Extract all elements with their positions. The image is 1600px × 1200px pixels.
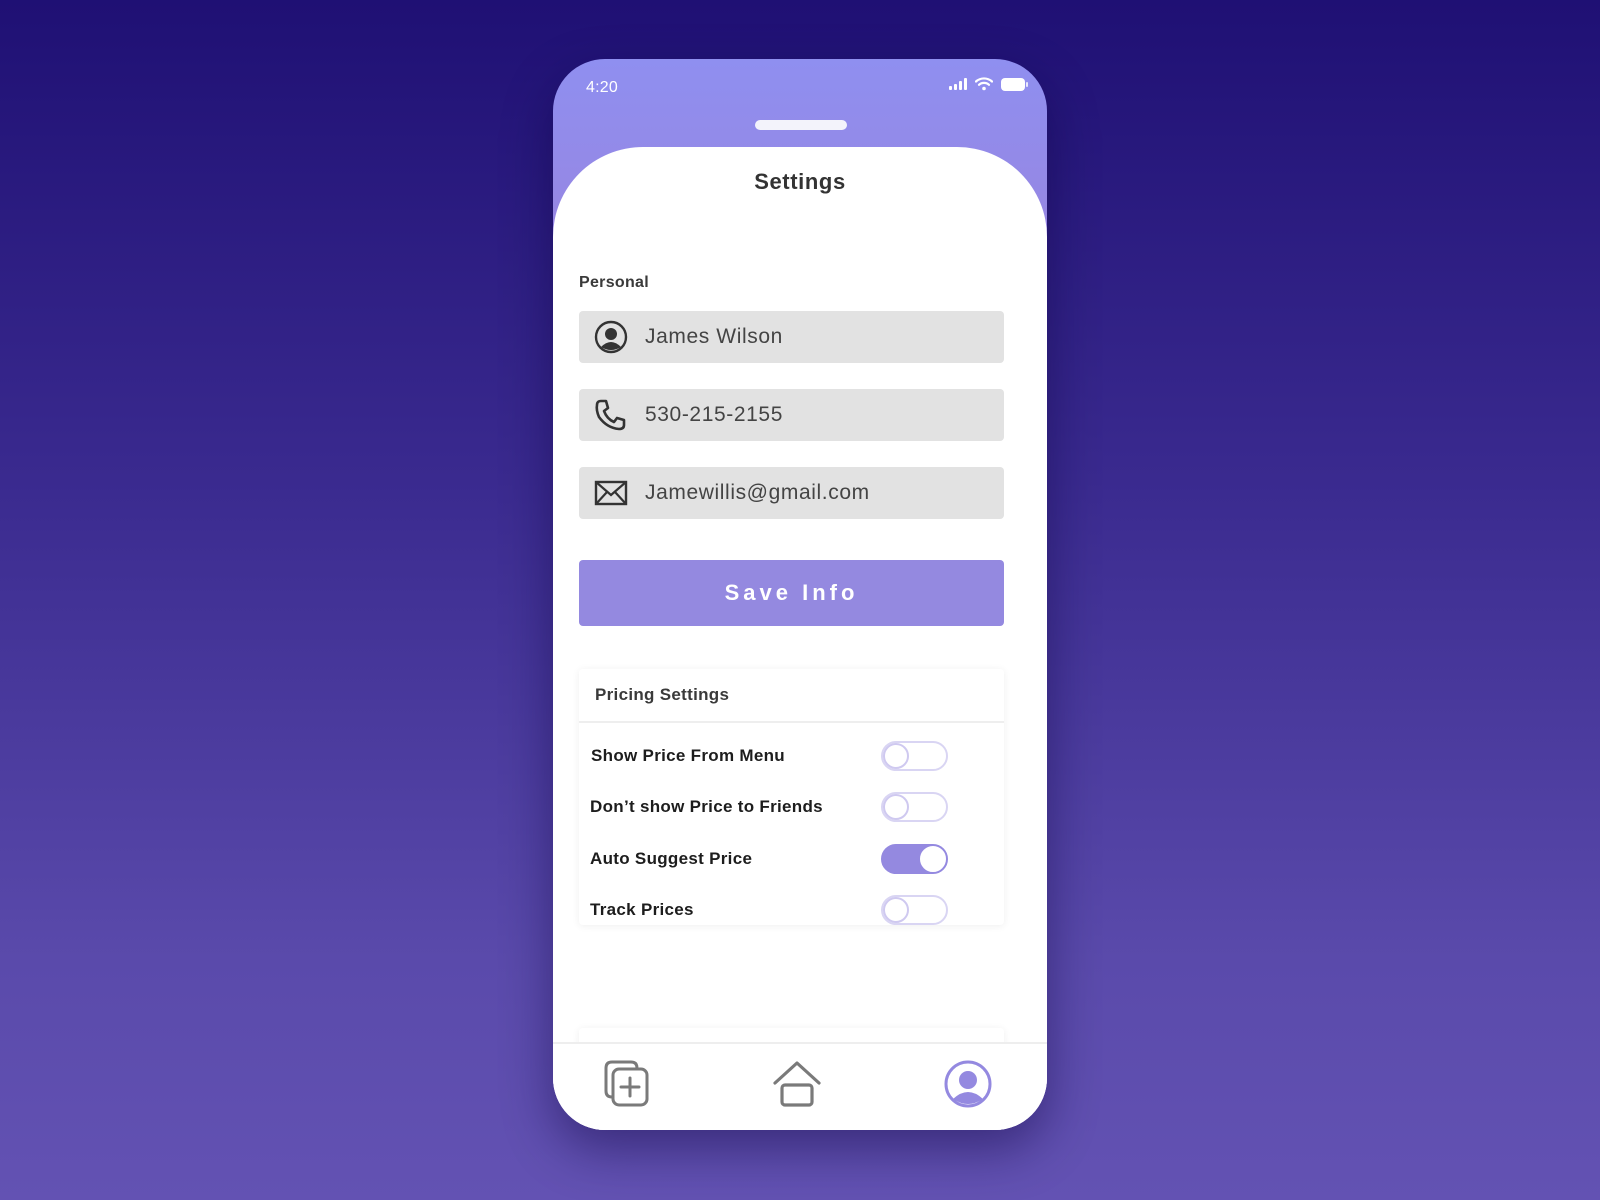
nav-profile[interactable] <box>942 1058 994 1110</box>
toggle-knob <box>883 742 909 769</box>
track-prices-toggle[interactable] <box>881 895 948 926</box>
pricing-settings-title: Pricing Settings <box>579 669 1004 723</box>
profile-icon <box>944 1060 992 1108</box>
toggle-knob <box>920 845 946 872</box>
dont-show-price-to-friends-toggle[interactable] <box>881 792 948 823</box>
nav-home[interactable] <box>771 1058 823 1110</box>
sheet-handle[interactable] <box>755 120 847 130</box>
status-bar: 4:20 <box>553 59 1047 119</box>
phone-frame: 4:20 Settings Personal James Wilson 530-… <box>553 59 1047 1130</box>
name-value: James Wilson <box>645 325 783 348</box>
setting-label: Show Price From Menu <box>591 745 785 765</box>
email-value: Jamewillis@gmail.com <box>645 481 870 504</box>
email-field[interactable]: Jamewillis@gmail.com <box>579 467 1004 519</box>
mail-icon <box>593 475 629 511</box>
status-time: 4:20 <box>586 79 618 96</box>
battery-icon <box>1001 77 1028 91</box>
setting-row: Don’t show Price to Friends <box>579 782 1004 834</box>
status-icons <box>949 77 1028 91</box>
setting-row: Track Prices <box>579 885 1004 937</box>
setting-label: Track Prices <box>590 900 694 920</box>
user-circle-icon <box>593 319 629 355</box>
phone-field[interactable]: 530-215-2155 <box>579 389 1004 441</box>
phone-value: 530-215-2155 <box>645 403 783 426</box>
save-info-button[interactable]: Save Info <box>579 560 1004 626</box>
pricing-settings-card: Pricing Settings Show Price From Menu Do… <box>579 669 1004 926</box>
phone-icon <box>593 397 629 433</box>
show-price-from-menu-toggle[interactable] <box>881 740 948 771</box>
setting-row: Show Price From Menu <box>579 730 1004 782</box>
setting-row: Auto Suggest Price <box>579 833 1004 885</box>
name-field[interactable]: James Wilson <box>579 311 1004 363</box>
setting-label: Auto Suggest Price <box>590 848 753 868</box>
nav-add-collection[interactable] <box>600 1058 652 1110</box>
settings-sheet: Settings Personal James Wilson 530-215-2… <box>553 147 1047 1130</box>
wifi-icon <box>975 77 993 91</box>
toggle-knob <box>883 897 909 924</box>
setting-label: Don’t show Price to Friends <box>590 797 823 817</box>
page-title: Settings <box>754 169 846 194</box>
signal-icon <box>949 78 967 90</box>
home-icon <box>773 1061 821 1107</box>
personal-section-label: Personal <box>579 274 649 291</box>
toggle-knob <box>883 794 909 821</box>
bottom-nav <box>553 1042 1047 1130</box>
auto-suggest-price-toggle[interactable] <box>881 843 948 874</box>
add-copy-icon <box>604 1060 649 1107</box>
